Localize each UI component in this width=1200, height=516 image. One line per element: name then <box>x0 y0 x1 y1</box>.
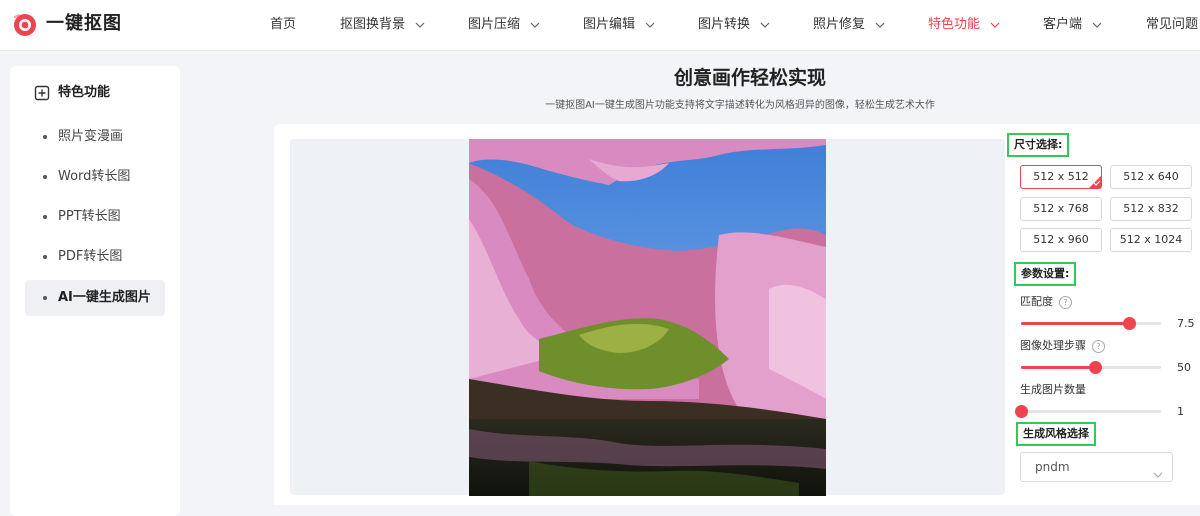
top-navigation-bar: 一键抠图 首页 抠图换背景 图片压缩 图片编辑 图片转换 照片修复 特色功能 客… <box>0 0 1200 51</box>
nav-client[interactable]: 客户端 <box>1043 15 1102 35</box>
size-option-label: 512 x 768 <box>1033 202 1089 215</box>
selected-check-icon <box>1089 176 1101 188</box>
style-select-value: pndm <box>1035 460 1070 474</box>
nav-label: 图片压缩 <box>468 17 521 32</box>
sidebar-item-label: AI一键生成图片 <box>58 290 151 305</box>
steps-value: 50 <box>1177 361 1191 374</box>
nav-cutout[interactable]: 抠图换背景 <box>340 15 425 35</box>
param-count-label: 生成图片数量 <box>1020 383 1086 397</box>
size-option-512x512[interactable]: 512 x 512 <box>1020 165 1102 189</box>
bullet-dot <box>43 296 47 300</box>
param-label-text: 图像处理步骤 <box>1020 339 1086 352</box>
chevron-down-icon <box>1153 463 1163 482</box>
nav-label: 特色功能 <box>928 17 981 32</box>
sidebar: 特色功能 照片变漫画 Word转长图 PPT转长图 PDF转长图 AI一键生成图… <box>10 66 180 516</box>
size-option-512x640[interactable]: 512 x 640 <box>1110 165 1192 189</box>
generated-image-cherry-blossoms <box>469 139 826 496</box>
steps-slider[interactable] <box>1021 361 1161 374</box>
page-title: 创意画作轻松实现 <box>673 67 826 89</box>
nav-faq[interactable]: 常见问题 <box>1146 15 1198 35</box>
nav-label: 首页 <box>270 17 297 32</box>
nav-label: 抠图换背景 <box>340 17 406 32</box>
slider-fill <box>1021 322 1129 325</box>
sidebar-item-label: PDF转长图 <box>58 249 123 264</box>
bullet-dot <box>43 215 47 219</box>
chevron-down-icon <box>1092 22 1102 28</box>
size-option-512x1024[interactable]: 512 x 1024 <box>1110 228 1192 252</box>
size-option-512x768[interactable]: 512 x 768 <box>1020 197 1102 221</box>
size-option-label: 512 x 640 <box>1123 170 1179 183</box>
bullet-dot <box>43 135 47 139</box>
size-option-512x832[interactable]: 512 x 832 <box>1110 197 1192 221</box>
plus-square-icon <box>34 85 50 101</box>
chevron-down-icon <box>530 22 540 28</box>
chevron-down-icon <box>760 22 770 28</box>
sidebar-item-word-to-long-image[interactable]: Word转长图 <box>25 159 165 195</box>
sidebar-item-ai-generate-image[interactable]: AI一键生成图片 <box>25 280 165 316</box>
param-match-label: 匹配度? <box>1020 295 1072 309</box>
size-option-label: 512 x 512 <box>1033 170 1089 183</box>
help-icon[interactable]: ? <box>1092 339 1105 353</box>
match-slider[interactable] <box>1021 317 1161 330</box>
size-option-label: 512 x 960 <box>1033 233 1089 246</box>
count-value: 1 <box>1177 405 1184 418</box>
nav-home[interactable]: 首页 <box>270 15 296 35</box>
sidebar-item-label: Word转长图 <box>58 169 131 184</box>
nav-features[interactable]: 特色功能 <box>928 15 1000 35</box>
match-value: 7.5 <box>1177 317 1195 330</box>
chevron-down-icon <box>990 22 1000 28</box>
style-select[interactable]: pndm <box>1020 452 1173 482</box>
size-option-label: 512 x 1024 <box>1119 233 1183 246</box>
sidebar-item-photo-to-comic[interactable]: 照片变漫画 <box>25 119 165 155</box>
bullet-dot <box>43 255 47 259</box>
nav-edit[interactable]: 图片编辑 <box>583 15 655 35</box>
page-subtitle: 一键抠图AI一键生成图片功能支持将文字描述转化为风格迥异的图像，轻松生成艺术大作 <box>545 100 935 111</box>
help-icon[interactable]: ? <box>1059 295 1072 309</box>
size-option-label: 512 x 832 <box>1123 202 1179 215</box>
param-steps-label: 图像处理步骤? <box>1020 339 1105 353</box>
slider-handle[interactable] <box>1122 317 1136 330</box>
chevron-down-icon <box>415 22 425 28</box>
chevron-down-icon <box>875 22 885 28</box>
sidebar-item-ppt-to-long-image[interactable]: PPT转长图 <box>25 199 165 235</box>
nav-repair[interactable]: 照片修复 <box>813 15 885 35</box>
sidebar-heading-label: 特色功能 <box>58 85 111 100</box>
brand-name[interactable]: 一键抠图 <box>46 12 122 36</box>
slider-fill <box>1021 366 1096 369</box>
style-heading: 生成风格选择 <box>1016 422 1096 446</box>
slider-handle[interactable] <box>1015 405 1028 418</box>
size-selection-heading: 尺寸选择: <box>1007 133 1070 157</box>
params-heading: 参数设置: <box>1014 262 1077 286</box>
param-label-text: 生成图片数量 <box>1020 383 1086 396</box>
nav-label: 图片转换 <box>698 17 751 32</box>
nav-convert[interactable]: 图片转换 <box>698 15 770 35</box>
sidebar-item-pdf-to-long-image[interactable]: PDF转长图 <box>25 239 165 275</box>
nav-compress[interactable]: 图片压缩 <box>468 15 540 35</box>
size-option-512x960[interactable]: 512 x 960 <box>1020 228 1102 252</box>
nav-label: 客户端 <box>1043 17 1083 32</box>
param-label-text: 匹配度 <box>1020 295 1053 308</box>
nav-label: 照片修复 <box>813 17 866 32</box>
sidebar-item-label: 照片变漫画 <box>58 129 124 144</box>
count-slider[interactable] <box>1015 405 1161 418</box>
nav-label: 图片编辑 <box>583 17 636 32</box>
sidebar-item-label: PPT转长图 <box>58 209 121 224</box>
nav-label: 常见问题 <box>1146 17 1199 32</box>
logo-icon[interactable] <box>12 12 38 38</box>
bullet-dot <box>43 175 47 179</box>
chevron-down-icon <box>645 22 655 28</box>
